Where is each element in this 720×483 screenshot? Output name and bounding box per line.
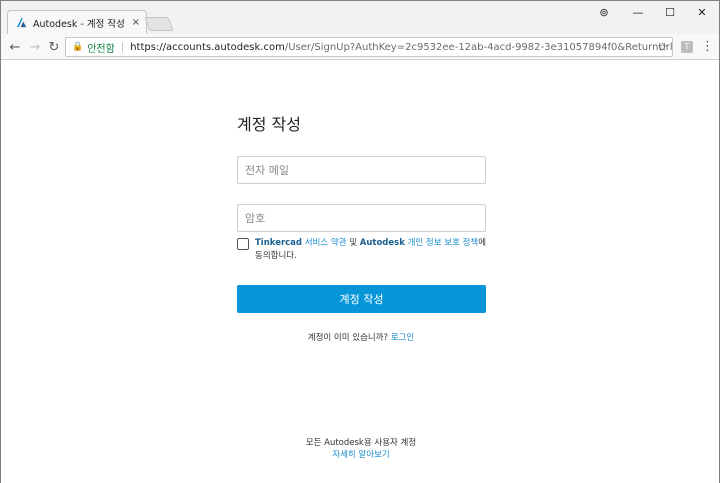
login-prompt-line: 계정이 이미 있습니까? 로그인 — [1, 331, 720, 343]
page-content: 계정 작성 Tinkercad 서비스 약관 및 Autodesk 개인 정보 … — [1, 61, 719, 483]
url-host: https://accounts.autodesk.com — [130, 41, 285, 53]
media-icon[interactable]: ⊚ — [589, 1, 619, 23]
forward-arrow-icon[interactable]: → — [26, 38, 44, 56]
browser-tab[interactable]: Autodesk - 계정 작성 × — [7, 10, 147, 34]
login-link[interactable]: 로그인 — [391, 333, 414, 343]
close-window-button[interactable]: ✕ — [687, 1, 717, 23]
maximize-button[interactable]: ☐ — [655, 1, 685, 23]
new-tab-button[interactable] — [144, 17, 174, 31]
lock-icon: 🔒 — [72, 42, 84, 52]
address-separator: | — [120, 41, 125, 53]
extension-icon[interactable]: T — [681, 41, 693, 53]
browser-toolbar: ← → ↻ 🔒 안전함 | https://accounts.autodesk.… — [1, 34, 719, 60]
tab-close-icon[interactable]: × — [132, 17, 140, 28]
tab-title: Autodesk - 계정 작성 — [33, 18, 125, 30]
login-prompt: 계정이 이미 있습니까? — [307, 333, 389, 343]
agree-checkbox[interactable] — [237, 238, 249, 250]
privacy-link[interactable]: 개인 정보 보호 정책 — [408, 238, 479, 248]
agree-and: 및 — [349, 238, 358, 248]
terms-link[interactable]: 서비스 약관 — [305, 238, 347, 248]
reload-icon[interactable]: ↻ — [45, 38, 63, 56]
footer-account-text: 모든 Autodesk용 사용자 계정 — [305, 438, 417, 448]
autodesk-logo-icon — [16, 17, 27, 28]
learn-more-link[interactable]: 자세히 알아보기 — [1, 448, 720, 460]
bookmark-star-icon[interactable]: ☆ — [657, 40, 668, 54]
address-bar[interactable]: 🔒 안전함 | https://accounts.autodesk.com /U… — [65, 37, 673, 57]
menu-dots-icon[interactable]: ⋮ — [701, 39, 714, 54]
agree-text: Tinkercad 서비스 약관 및 Autodesk 개인 정보 보호 정책에… — [255, 237, 490, 263]
back-arrow-icon[interactable]: ← — [6, 38, 24, 56]
page-title: 계정 작성 — [237, 115, 301, 134]
url-path: /User/SignUp?AuthKey=2c9532ee-12ab-4acd-… — [284, 41, 673, 53]
agree-brand-tinkercad: Tinkercad — [255, 238, 303, 248]
tab-strip: Autodesk - 계정 작성 × ⊚ — ☐ ✕ — [1, 1, 719, 34]
create-account-button[interactable]: 계정 작성 — [237, 285, 486, 313]
email-field[interactable] — [237, 156, 486, 184]
password-field[interactable] — [237, 204, 486, 232]
browser-window: Autodesk - 계정 작성 × ⊚ — ☐ ✕ ← → ↻ 🔒 안전함 |… — [0, 0, 720, 483]
agree-brand-autodesk: Autodesk — [359, 238, 405, 248]
minimize-button[interactable]: — — [623, 1, 653, 23]
secure-label: 안전함 — [87, 43, 115, 55]
